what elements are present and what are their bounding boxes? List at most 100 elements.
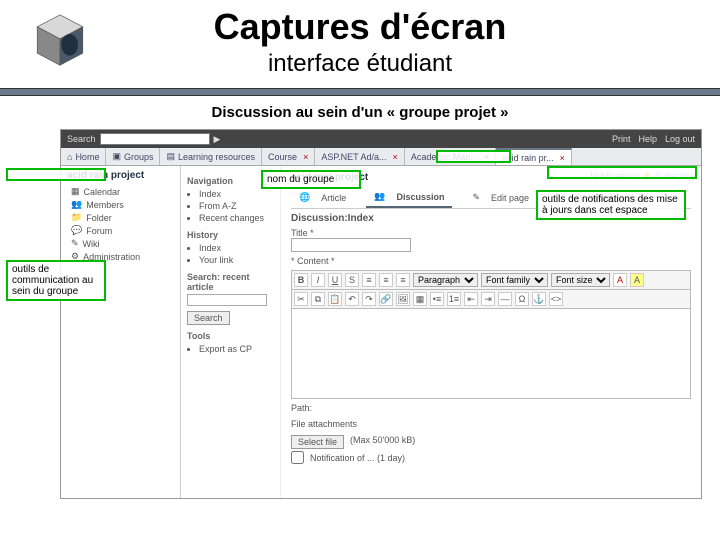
- slide-logo: [30, 10, 90, 70]
- hist-index[interactable]: Index: [199, 242, 274, 254]
- calendar-icon: ▦: [71, 186, 80, 197]
- forum-icon: 💬: [71, 225, 82, 236]
- title-field-label: Title *: [291, 228, 314, 238]
- hr-button[interactable]: —: [498, 292, 512, 306]
- paste-button[interactable]: 📋: [328, 292, 342, 306]
- italic-button[interactable]: I: [311, 273, 325, 287]
- tab-acid-rain[interactable]: acid rain pr...×: [496, 148, 572, 165]
- indent-button[interactable]: ⇥: [481, 292, 495, 306]
- mode-edit[interactable]: ✎Edit page: [464, 187, 537, 208]
- outdent-button[interactable]: ⇤: [464, 292, 478, 306]
- logout-link[interactable]: Log out: [665, 134, 695, 144]
- notifications-widget: Notifications ◉ Subscribe: [590, 170, 695, 181]
- wiki-search-button[interactable]: Search: [187, 311, 230, 325]
- tools-heading: Tools: [187, 331, 274, 341]
- sidebar-item-forum[interactable]: 💬Forum: [71, 224, 174, 237]
- tab-strip: ⌂Home ▣Groups ▤Learning resources Course…: [61, 148, 701, 166]
- groups-icon: ▣: [112, 151, 121, 162]
- sidebar-item-wiki[interactable]: ✎Wiki: [71, 237, 174, 250]
- sidebar-item-folder[interactable]: 📁Folder: [71, 211, 174, 224]
- subscribe-link[interactable]: Subscribe: [655, 171, 695, 181]
- attach-label: File attachments: [291, 419, 691, 429]
- num-list-button[interactable]: 1≡: [447, 292, 461, 306]
- omega-button[interactable]: Ω: [515, 292, 529, 306]
- hist-yourlink[interactable]: Your link: [199, 254, 274, 266]
- close-icon[interactable]: ×: [560, 153, 565, 163]
- fontsize-select[interactable]: Font size: [551, 273, 610, 287]
- annotation-notifications: outils de notifications des mise à jours…: [536, 190, 686, 220]
- tab-home[interactable]: ⌂Home: [61, 148, 106, 165]
- tab-academic[interactable]: Academic Man...×: [405, 148, 496, 165]
- html-button[interactable]: <>: [549, 292, 563, 306]
- editor-textarea[interactable]: [291, 309, 691, 399]
- print-link[interactable]: Print: [612, 134, 631, 144]
- slide-subtitle: interface étudiant: [0, 50, 720, 78]
- annotation-highlight-sidebar-title: [6, 168, 106, 181]
- sidebar-item-calendar[interactable]: ▦Calendar: [71, 185, 174, 198]
- slide-caption: Discussion au sein d'un « groupe projet …: [0, 104, 720, 121]
- help-link[interactable]: Help: [638, 134, 657, 144]
- editor-toolbar-2: ✂ ⧉ 📋 ↶ ↷ 🔗 🖼 ▦ •≡ 1≡ ⇤ ⇥ — Ω ⚓ <>: [291, 290, 691, 309]
- notify-checkbox[interactable]: [291, 451, 304, 464]
- align-left-button[interactable]: ≡: [362, 273, 376, 287]
- link-button[interactable]: 🔗: [379, 292, 393, 306]
- notif-label: Notifications: [590, 171, 639, 181]
- anchor-button[interactable]: ⚓: [532, 292, 546, 306]
- edit-icon: ✎: [468, 190, 484, 205]
- cut-button[interactable]: ✂: [294, 292, 308, 306]
- history-heading: History: [187, 230, 274, 240]
- align-right-button[interactable]: ≡: [396, 273, 410, 287]
- app-screenshot: nom du groupe outils de communication au…: [60, 129, 702, 499]
- table-button[interactable]: ▦: [413, 292, 427, 306]
- nav-az[interactable]: From A-Z: [199, 200, 274, 212]
- sidebar: acid rain project ▦Calendar 👥Members 📁Fo…: [61, 166, 181, 498]
- book-icon: ▤: [166, 151, 175, 162]
- paragraph-select[interactable]: Paragraph: [413, 273, 478, 287]
- wiki-search-input[interactable]: [187, 294, 267, 306]
- bullet-list-button[interactable]: •≡: [430, 292, 444, 306]
- tab-learning-resources[interactable]: ▤Learning resources: [160, 148, 262, 165]
- search-go-button[interactable]: ▶: [214, 134, 221, 145]
- path-label: Path:: [291, 403, 691, 413]
- close-icon[interactable]: ×: [303, 152, 308, 162]
- tab-groups[interactable]: ▣Groups: [106, 148, 160, 165]
- divider-bar: [0, 88, 720, 96]
- redo-button[interactable]: ↷: [362, 292, 376, 306]
- sidebar-item-members[interactable]: 👥Members: [71, 198, 174, 211]
- wiki-icon: ✎: [71, 238, 79, 249]
- copy-button[interactable]: ⧉: [311, 292, 325, 306]
- strike-button[interactable]: S: [345, 273, 359, 287]
- home-icon: ⌂: [67, 152, 72, 162]
- undo-button[interactable]: ↶: [345, 292, 359, 306]
- midcol: Navigation Index From A-Z Recent changes…: [181, 166, 281, 498]
- bold-button[interactable]: B: [294, 273, 308, 287]
- slide-title: Captures d'écran: [0, 0, 720, 48]
- search-heading: Search: recent article: [187, 272, 274, 292]
- notify-label: Notification of ... (1 day): [310, 453, 405, 463]
- tab-aspnet[interactable]: ASP.NET Ad/a...×: [315, 148, 404, 165]
- bgcolor-button[interactable]: A: [630, 273, 644, 287]
- globe-icon: 🌐: [295, 190, 314, 205]
- search-label: Search: [67, 134, 96, 144]
- tab-course[interactable]: Course×: [262, 148, 315, 165]
- content-field-label: * Content *: [291, 256, 691, 266]
- fontfamily-select[interactable]: Font family: [481, 273, 548, 287]
- nav-recent[interactable]: Recent changes: [199, 212, 274, 224]
- underline-button[interactable]: U: [328, 273, 342, 287]
- rss-icon[interactable]: ◉: [643, 170, 651, 181]
- align-center-button[interactable]: ≡: [379, 273, 393, 287]
- topbar: Search ▶ Print Help Log out: [61, 130, 701, 148]
- close-icon[interactable]: ×: [393, 152, 398, 162]
- search-input[interactable]: [100, 133, 210, 145]
- image-button[interactable]: 🖼: [396, 292, 410, 306]
- close-icon[interactable]: ×: [484, 152, 489, 162]
- title-input[interactable]: [291, 238, 411, 252]
- mode-article[interactable]: 🌐Article: [291, 187, 354, 208]
- folder-icon: 📁: [71, 212, 82, 223]
- textcolor-button[interactable]: A: [613, 273, 627, 287]
- select-file-button[interactable]: Select file: [291, 435, 344, 449]
- mode-discussion[interactable]: 👥Discussion: [366, 187, 452, 208]
- tools-export[interactable]: Export as CP: [199, 343, 274, 355]
- annotation-group-name: nom du groupe: [261, 170, 361, 189]
- nav-index[interactable]: Index: [199, 188, 274, 200]
